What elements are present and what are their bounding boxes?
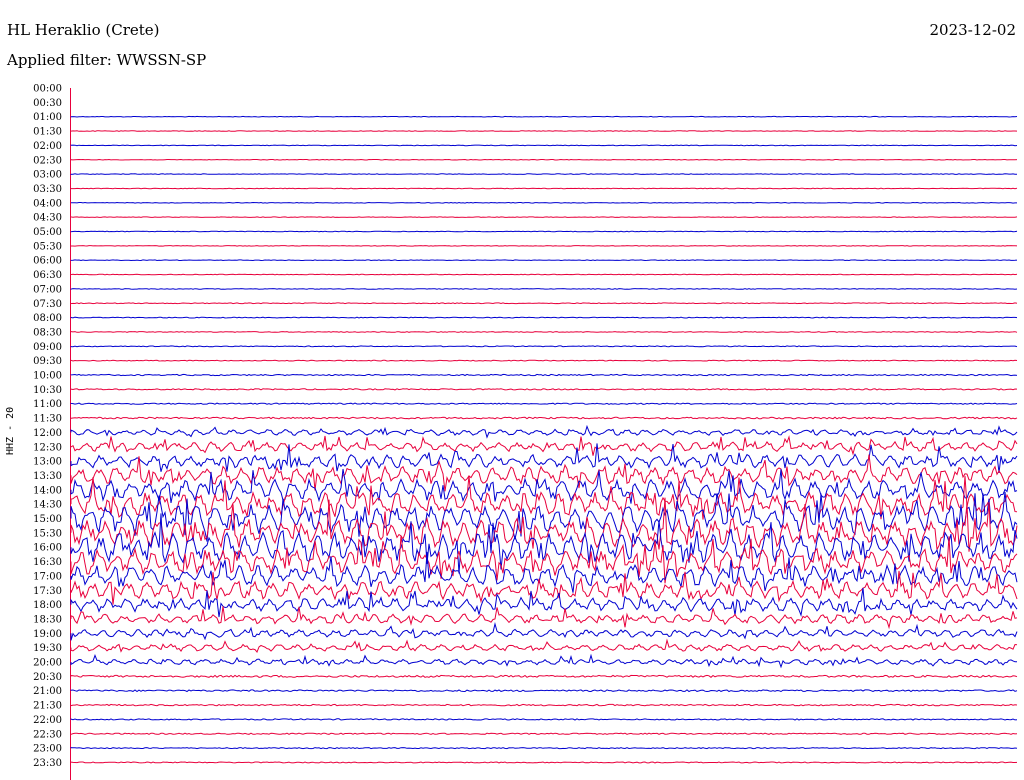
seismic-trace-0330 (70, 187, 1018, 190)
time-tick-label: 13:30 (33, 471, 62, 482)
seismic-trace-1000 (70, 373, 1018, 377)
seismic-trace-2030 (70, 674, 1018, 678)
time-tick-label: 15:30 (33, 528, 62, 539)
time-tick-label: 17:30 (33, 586, 62, 597)
seismic-trace-1300 (70, 443, 1018, 473)
seismic-trace-2000 (70, 653, 1017, 669)
time-tick-label: 00:00 (33, 84, 62, 95)
seismic-trace-0100 (70, 115, 1018, 118)
seismic-trace-1200 (70, 424, 1018, 439)
seismogram-plot: 00:00 00:30 01:00 01:30 02:00 02:30 03:00 03:30… (33, 84, 1018, 780)
time-tick-label: 18:00 (33, 600, 62, 611)
time-tick-label: 06:00 (33, 256, 62, 267)
seismic-trace-1830 (70, 606, 1018, 630)
time-tick-label: 07:30 (33, 299, 62, 310)
time-tick-label: 05:30 (33, 241, 62, 252)
seismic-trace-0730 (70, 302, 1018, 305)
seismic-trace-1900 (70, 622, 1018, 641)
time-tick-label: 05:00 (33, 227, 62, 238)
time-tick-label: 23:30 (33, 758, 62, 769)
time-tick-label: 12:00 (33, 428, 62, 439)
seismic-trace-2130 (70, 703, 1018, 707)
time-tick-label: 22:30 (33, 729, 62, 740)
time-tick-label: 01:30 (33, 127, 62, 138)
seismic-trace-0600 (70, 259, 1018, 262)
time-tick-label: 10:00 (33, 371, 62, 382)
time-tick-label: 06:30 (33, 270, 62, 281)
time-tick-label: 02:00 (33, 141, 62, 152)
time-tick-label: 09:00 (33, 342, 62, 353)
seismic-trace-0630 (70, 273, 1018, 276)
seismic-trace-1030 (70, 388, 1018, 391)
time-tick-label: 20:00 (33, 658, 62, 669)
seismic-trace-0300 (70, 173, 1017, 175)
seismic-trace-1230 (70, 435, 1018, 456)
seismic-traces (70, 115, 1018, 764)
seismic-trace-2230 (70, 732, 1018, 736)
time-tick-label: 14:30 (33, 500, 62, 511)
time-tick-label: 11:00 (33, 399, 62, 410)
time-tick-label: 21:30 (33, 701, 62, 712)
time-tick-label: 19:30 (33, 643, 62, 654)
seismic-trace-1130 (70, 416, 1018, 420)
seismic-trace-2300 (70, 747, 1018, 750)
time-tick-labels: 00:00 00:30 01:00 01:30 02:00 02:30 03:00 03:30… (33, 84, 62, 769)
time-tick-label: 15:00 (33, 514, 62, 525)
seismic-trace-0430 (70, 216, 1018, 218)
time-tick-label: 01:00 (33, 112, 62, 123)
time-tick-label: 19:00 (33, 629, 62, 640)
seismic-trace-1730 (70, 570, 1018, 605)
seismic-trace-0130 (70, 130, 1018, 132)
time-tick-label: 11:30 (33, 414, 62, 425)
seismic-trace-0900 (70, 345, 1018, 348)
seismic-trace-1800 (70, 587, 1018, 618)
seismic-trace-0400 (70, 201, 1017, 204)
time-tick-label: 14:00 (33, 485, 62, 496)
time-tick-label: 03:30 (33, 184, 62, 195)
time-tick-label: 20:30 (33, 672, 62, 683)
time-tick-label: 04:00 (33, 198, 62, 209)
time-tick-label: 03:00 (33, 170, 62, 181)
seismic-trace-1930 (70, 638, 1018, 653)
time-tick-label: 07:00 (33, 284, 62, 295)
time-tick-label: 08:30 (33, 327, 62, 338)
time-tick-label: 22:00 (33, 715, 62, 726)
seismic-trace-2330 (70, 761, 1018, 764)
seismic-trace-0500 (70, 230, 1018, 233)
time-tick-label: 18:30 (33, 614, 62, 625)
seismic-trace-2200 (70, 718, 1018, 721)
time-tick-label: 16:30 (33, 557, 62, 568)
time-tick-label: 13:00 (33, 457, 62, 468)
seismic-trace-0700 (70, 288, 1018, 290)
seismic-trace-2100 (70, 689, 1018, 693)
time-tick-label: 00:30 (33, 98, 62, 109)
time-tick-label: 21:00 (33, 686, 62, 697)
seismic-trace-0230 (70, 158, 1018, 161)
seismic-trace-0800 (70, 316, 1018, 319)
time-tick-label: 04:30 (33, 213, 62, 224)
time-tick-label: 23:00 (33, 744, 62, 755)
time-tick-label: 09:30 (33, 356, 62, 367)
time-tick-label: 10:30 (33, 385, 62, 396)
time-tick-label: 16:00 (33, 543, 62, 554)
seismic-trace-0930 (70, 359, 1018, 362)
time-tick-label: 12:30 (33, 442, 62, 453)
seismic-trace-1100 (70, 402, 1018, 405)
seismic-trace-0530 (70, 245, 1018, 247)
time-tick-label: 02:30 (33, 155, 62, 166)
seismic-trace-0200 (70, 144, 1018, 147)
seismic-trace-0830 (70, 331, 1018, 333)
time-tick-label: 08:00 (33, 313, 62, 324)
time-tick-label: 17:00 (33, 571, 62, 582)
